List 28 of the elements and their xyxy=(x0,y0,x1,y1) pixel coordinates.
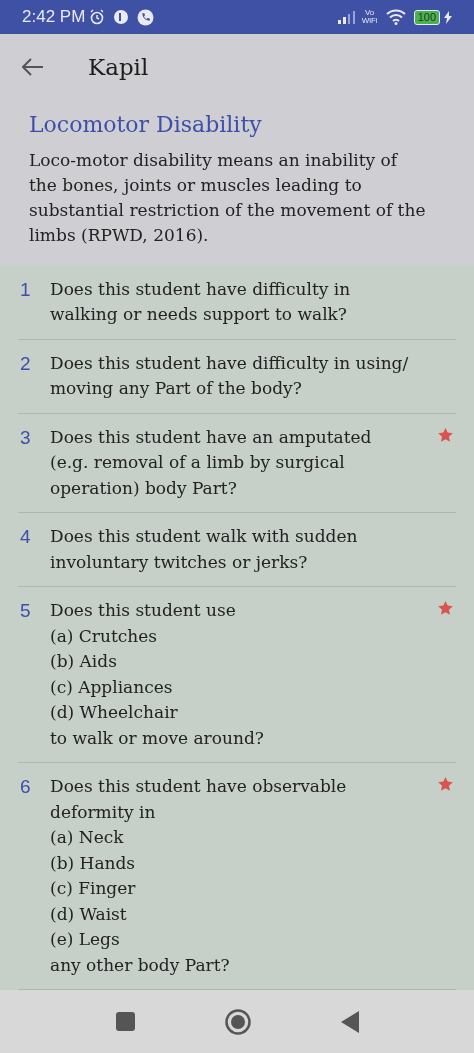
question-text: Does this student have observable deformity in (a) Neck (b) Hands (c) Finger (d) Waist (e) Legs any other body Part? xyxy=(50,775,348,977)
question-text: Does this student have difficulty in using/ moving any Part of the body? xyxy=(50,351,410,400)
question-number: 6 xyxy=(20,775,32,799)
question-number: 4 xyxy=(20,525,32,549)
app-notification-icon xyxy=(113,9,130,26)
battery-indicator: 100 xyxy=(413,9,440,25)
back-arrow-icon[interactable] xyxy=(22,58,44,77)
question-number: 3 xyxy=(20,425,32,450)
section-description: Loco-motor disability means an inability of the bones, joints or muscles leading to substantial restriction of the movement of the limbs (RPWD, 2016). xyxy=(29,148,427,247)
back-icon[interactable] xyxy=(340,1010,359,1033)
question-number: 2 xyxy=(20,351,32,376)
question-number: 5 xyxy=(20,599,32,623)
wifi-icon xyxy=(385,9,406,26)
vowifi-label: Vo WiFi xyxy=(361,9,378,26)
home-icon[interactable] xyxy=(224,1008,251,1035)
alarm-icon xyxy=(89,9,106,26)
app-bar-title: Kapil xyxy=(88,53,149,83)
recent-apps-icon[interactable] xyxy=(115,1012,135,1031)
question-text: Does this student use (a) Crutches (b) Aids (c) Appliances (d) Wheelchair to walk or move around? xyxy=(50,599,265,750)
question-text: Does this student have an amputated (e.g. removal of a limb by surgical operation) body Part? xyxy=(50,425,373,500)
charging-icon xyxy=(444,10,452,24)
signal-icon xyxy=(337,10,358,25)
section-title: Locomotor Disability xyxy=(29,110,263,139)
question-text: Does this student walk with sudden involuntary twitches or jerks? xyxy=(50,525,359,574)
status-time: 2:42 PM xyxy=(22,6,86,29)
question-number: 1 xyxy=(20,277,32,302)
question-text: Does this student have difficulty in walking or needs support to walk? xyxy=(50,277,352,326)
phone-icon xyxy=(137,8,155,26)
